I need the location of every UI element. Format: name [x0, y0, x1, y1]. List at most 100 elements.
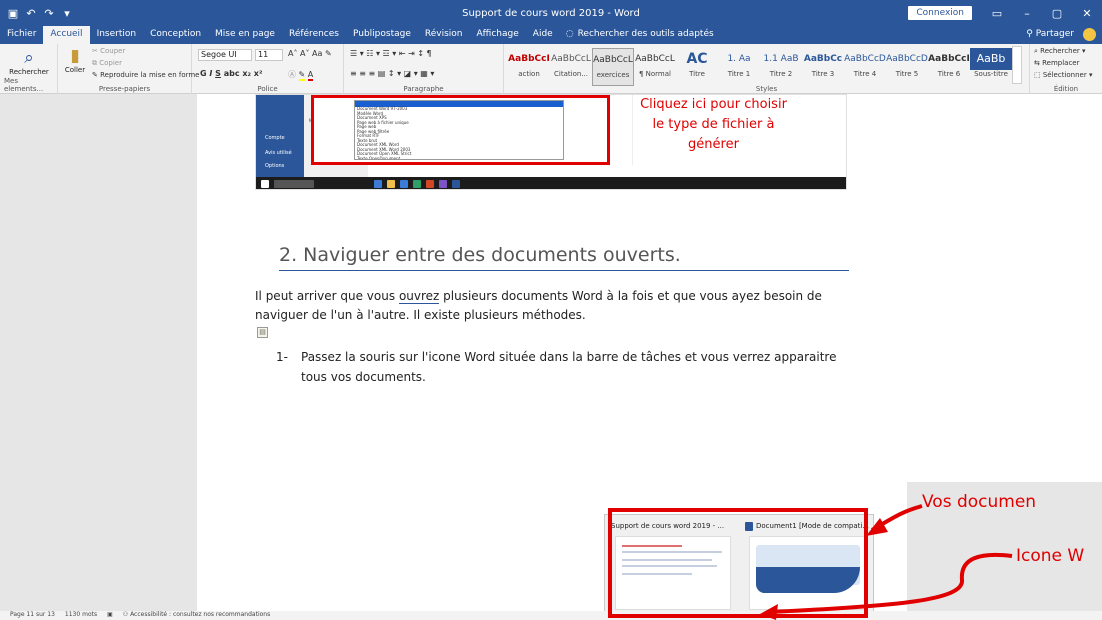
tab-publipostage[interactable]: Publipostage — [346, 26, 418, 44]
tab-revision[interactable]: Révision — [418, 26, 470, 44]
close-button[interactable]: ✕ — [1072, 7, 1102, 20]
spelling-underlined-word[interactable]: ouvrez — [398, 289, 440, 304]
word-count[interactable]: 1130 mots — [65, 611, 97, 620]
share-button[interactable]: ⚲ Partager — [1026, 26, 1074, 44]
feedback-smiley-icon[interactable] — [1083, 28, 1096, 41]
font-color-icons[interactable]: Ⓐ ✎ A — [288, 69, 314, 81]
group-edition: ⌕ Rechercher ▾ ⇆ Remplacer ⬚ Sélectionne… — [1030, 44, 1102, 94]
tab-fichier[interactable]: Fichier — [0, 26, 43, 44]
style-item[interactable]: AC Titre — [676, 48, 718, 86]
taskbar-thumbnail-popup: Support de cours word 2019 - ... Documen… — [604, 514, 874, 616]
list-icons[interactable]: ☰ ▾ ☷ ▾ ☲ ▾ ⇤ ⇥ ↕ ¶ — [350, 49, 432, 58]
callout-card: Cliquez ici pour choisir le type de fich… — [632, 95, 794, 165]
search-box-shape — [274, 180, 314, 188]
font-name-field[interactable]: Segoe UI — [198, 49, 252, 61]
group-label-mes-elements: Mes elements... — [4, 77, 44, 93]
taskbar-app-icon — [374, 180, 382, 188]
style-item[interactable]: AaBbCcL exercices — [592, 48, 634, 86]
tab-accueil[interactable]: Accueil — [43, 26, 90, 44]
style-item[interactable]: AaBbCcD Titre 5 — [886, 48, 928, 86]
title-bar: ▣ ↶ ↷ ▾ Support de cours word 2019 - Wor… — [0, 0, 1102, 26]
tab-mise-en-page[interactable]: Mise en page — [208, 26, 282, 44]
style-preview: AaBbCcL — [635, 54, 675, 64]
tab-aide[interactable]: Aide — [526, 26, 560, 44]
style-item[interactable]: AaBbCcL ¶ Normal — [634, 48, 676, 86]
style-preview: AaBbCcI — [508, 54, 550, 64]
page-count[interactable]: Page 11 sur 13 — [10, 611, 55, 620]
font-size-field[interactable]: 11 — [255, 49, 283, 61]
remplacer-button[interactable]: ⇆ Remplacer — [1034, 59, 1079, 67]
accessibility-label: Accessibilité : consultez nos recommanda… — [130, 611, 271, 618]
ribbon-display-icon[interactable]: ▭ — [982, 7, 1012, 20]
list-number: 1- — [276, 350, 288, 364]
rechercher-big-button[interactable]: ⌕ Rechercher — [6, 48, 52, 76]
style-preview: AaBbCcL — [551, 54, 591, 64]
font-format-icons[interactable]: G I S abc x₂ x² — [200, 69, 262, 78]
thumbnail-document1[interactable]: Document1 [Mode de compati... — [745, 520, 869, 612]
ribbon: ⌕ Rechercher Mes elements... ▮ Coller ✂ … — [0, 44, 1102, 94]
backstage-item: Options — [265, 163, 285, 169]
copier-button[interactable]: ⧉ Copier — [92, 59, 122, 68]
paste-options-icon[interactable]: ▤ — [257, 327, 268, 338]
tab-conception[interactable]: Conception — [143, 26, 208, 44]
style-name: action — [518, 70, 540, 78]
ribbon-tabs: Fichier Accueil Insertion Conception Mis… — [0, 26, 1102, 44]
group-paragraphe: ☰ ▾ ☷ ▾ ☲ ▾ ⇤ ⇥ ↕ ¶ ≡ ≡ ≡ ▤ ↕ ▾ ◪ ▾ ▦ ▾ … — [344, 44, 504, 94]
tab-insertion[interactable]: Insertion — [90, 26, 144, 44]
styles-scroll[interactable] — [1012, 46, 1022, 84]
undo-icon[interactable]: ↶ — [24, 7, 38, 20]
windows-icon — [261, 180, 269, 188]
share-icon: ⚲ — [1026, 29, 1033, 39]
tell-me-search[interactable]: ◌ Rechercher des outils adaptés — [560, 26, 720, 44]
style-name: Sous-titre — [974, 70, 1008, 78]
save-icon[interactable]: ▣ — [6, 7, 20, 20]
thumbnail-preview — [615, 536, 731, 610]
couper-button[interactable]: ✂ Couper — [92, 47, 125, 55]
style-item[interactable]: AaBb Sous-titre — [970, 48, 1012, 86]
style-item[interactable]: 1. Aa Titre 1 — [718, 48, 760, 86]
style-preview: AC — [686, 51, 708, 67]
style-preview: AaBbCcD — [886, 54, 928, 64]
group-label-paragraphe: Paragraphe — [403, 85, 444, 93]
style-item[interactable]: AaBbCcD Titre 4 — [844, 48, 886, 86]
style-item[interactable]: AaBbCcI action — [508, 48, 550, 86]
thumbnail-support-de-cours[interactable]: Support de cours word 2019 - ... — [611, 520, 735, 612]
thumbnail-title: Document1 [Mode de compati... — [756, 522, 869, 530]
connexion-button[interactable]: Connexion — [908, 6, 972, 20]
style-item[interactable]: AaBbCc Titre 3 — [802, 48, 844, 86]
style-name: exercices — [596, 71, 630, 79]
tell-me-label: Rechercher des outils adaptés — [577, 29, 714, 39]
selectionner-button[interactable]: ⬚ Sélectionner ▾ — [1034, 71, 1092, 79]
annotation-label-icon: Icone W — [1016, 546, 1085, 566]
copier-label: Copier — [99, 59, 122, 67]
para-text: Il peut arriver que vous — [255, 289, 399, 303]
coller-button[interactable]: ▮ Coller — [62, 46, 88, 74]
style-preview: 1.1 AaB — [763, 54, 799, 64]
body-paragraph: Il peut arriver que vous ouvrez plusieur… — [255, 287, 855, 325]
edition-rechercher-label: Rechercher — [1040, 47, 1080, 55]
customize-icon[interactable]: ▾ — [60, 7, 74, 20]
style-item[interactable]: 1.1 AaB Titre 2 — [760, 48, 802, 86]
maximize-button[interactable]: ▢ — [1042, 7, 1072, 20]
minimize-button[interactable]: – — [1012, 7, 1042, 20]
style-item[interactable]: AaBbCcI Titre 6 — [928, 48, 970, 86]
coller-label: Coller — [64, 66, 86, 74]
taskbar-app-icon — [387, 180, 395, 188]
backstage-item: Avis utilisé — [265, 150, 292, 156]
alignment-icons[interactable]: ≡ ≡ ≡ ▤ ↕ ▾ ◪ ▾ ▦ ▾ — [350, 69, 434, 78]
backstage-item: Compte — [265, 135, 285, 141]
proofing-icon[interactable]: ▣ — [107, 611, 113, 620]
reproduire-button[interactable]: ✎ Reproduire la mise en forme — [92, 71, 199, 79]
redo-icon[interactable]: ↷ — [42, 7, 56, 20]
font-grow-shrink-icons[interactable]: A˄ A˅ Aa ✎ — [288, 49, 332, 58]
rechercher-small-button[interactable]: ⌕ Rechercher ▾ — [1034, 47, 1086, 56]
accessibility-status[interactable]: ⚇ Accessibilité : consultez nos recomman… — [123, 611, 270, 620]
tab-references[interactable]: Références — [282, 26, 346, 44]
style-item[interactable]: AaBbCcL Citation... — [550, 48, 592, 86]
style-preview: AaBb — [970, 48, 1012, 70]
tab-affichage[interactable]: Affichage — [470, 26, 526, 44]
thumbnail-preview — [749, 536, 865, 610]
taskbar-app-icon — [413, 180, 421, 188]
style-preview: AaBbCc — [803, 54, 843, 64]
taskbar-app-icon — [426, 180, 434, 188]
